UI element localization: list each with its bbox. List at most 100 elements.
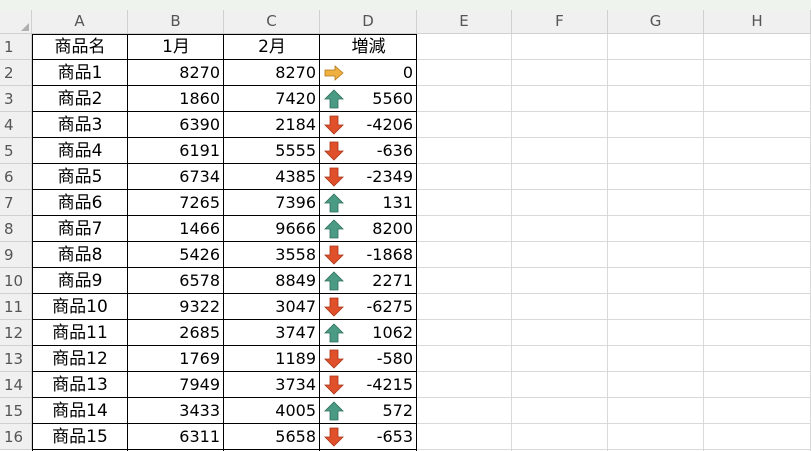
row-header-1[interactable]: 1 xyxy=(0,34,32,60)
february-value-cell[interactable]: 4005 xyxy=(224,398,320,424)
table-border xyxy=(319,34,320,451)
column-header-g[interactable]: G xyxy=(608,10,704,34)
header-cell[interactable]: 1月 xyxy=(128,34,224,60)
column-header-b[interactable]: B xyxy=(128,10,224,34)
row-header-15[interactable]: 15 xyxy=(0,398,32,424)
column-header-c[interactable]: C xyxy=(224,10,320,34)
february-value-cell[interactable]: 8849 xyxy=(224,268,320,294)
product-name-cell[interactable]: 商品9 xyxy=(32,268,128,294)
table-border xyxy=(127,34,128,451)
down-arrow-icon xyxy=(324,115,344,135)
january-value-cell[interactable]: 6578 xyxy=(128,268,224,294)
row-header-10[interactable]: 10 xyxy=(0,268,32,294)
table-border xyxy=(32,34,417,35)
table-border xyxy=(32,241,417,242)
table-border xyxy=(32,59,417,60)
formula-bar-edge xyxy=(0,0,811,10)
column-header-e[interactable]: E xyxy=(417,10,512,34)
january-value-cell[interactable]: 6191 xyxy=(128,138,224,164)
down-arrow-icon xyxy=(324,427,344,447)
january-value-cell[interactable]: 6390 xyxy=(128,112,224,138)
table-border xyxy=(32,371,417,372)
february-value-cell[interactable]: 4385 xyxy=(224,164,320,190)
product-name-cell[interactable]: 商品11 xyxy=(32,320,128,346)
row-header-14[interactable]: 14 xyxy=(0,372,32,398)
product-name-cell[interactable]: 商品2 xyxy=(32,86,128,112)
row-header-7[interactable]: 7 xyxy=(0,190,32,216)
january-value-cell[interactable]: 6311 xyxy=(128,424,224,450)
header-cell[interactable]: 商品名 xyxy=(32,34,128,60)
table-border xyxy=(32,319,417,320)
product-name-cell[interactable]: 商品7 xyxy=(32,216,128,242)
february-value-cell[interactable]: 3047 xyxy=(224,294,320,320)
down-arrow-icon xyxy=(324,167,344,187)
february-value-cell[interactable]: 9666 xyxy=(224,216,320,242)
table-border xyxy=(32,397,417,398)
product-name-cell[interactable]: 商品10 xyxy=(32,294,128,320)
header-cell[interactable]: 2月 xyxy=(224,34,320,60)
down-arrow-icon xyxy=(324,245,344,265)
column-header-f[interactable]: F xyxy=(512,10,608,34)
table-border xyxy=(32,215,417,216)
row-header-6[interactable]: 6 xyxy=(0,164,32,190)
right-arrow-icon xyxy=(324,63,344,83)
select-all-corner[interactable] xyxy=(0,10,32,34)
table-border xyxy=(223,34,224,451)
product-name-cell[interactable]: 商品8 xyxy=(32,242,128,268)
january-value-cell[interactable]: 1769 xyxy=(128,346,224,372)
row-header-9[interactable]: 9 xyxy=(0,242,32,268)
february-value-cell[interactable]: 3558 xyxy=(224,242,320,268)
january-value-cell[interactable]: 9322 xyxy=(128,294,224,320)
january-value-cell[interactable]: 2685 xyxy=(128,320,224,346)
january-value-cell[interactable]: 1466 xyxy=(128,216,224,242)
product-name-cell[interactable]: 商品1 xyxy=(32,60,128,86)
row-header-4[interactable]: 4 xyxy=(0,112,32,138)
product-name-cell[interactable]: 商品12 xyxy=(32,346,128,372)
product-name-cell[interactable]: 商品15 xyxy=(32,424,128,450)
table-border xyxy=(32,85,417,86)
february-value-cell[interactable]: 8270 xyxy=(224,60,320,86)
row-header-16[interactable]: 16 xyxy=(0,424,32,450)
product-name-cell[interactable]: 商品4 xyxy=(32,138,128,164)
product-name-cell[interactable]: 商品14 xyxy=(32,398,128,424)
row-header-13[interactable]: 13 xyxy=(0,346,32,372)
up-arrow-icon xyxy=(324,401,344,421)
product-name-cell[interactable]: 商品5 xyxy=(32,164,128,190)
header-cell[interactable]: 増減 xyxy=(320,34,417,60)
spreadsheet-grid: A B C D E F G H 1 2 3 4 5 6 7 8 9 10 11 12 13 14 15 16 商品名 1月 2月 増減… xyxy=(0,0,811,451)
up-arrow-icon xyxy=(324,89,344,109)
january-value-cell[interactable]: 3433 xyxy=(128,398,224,424)
product-name-cell[interactable]: 商品6 xyxy=(32,190,128,216)
row-header-5[interactable]: 5 xyxy=(0,138,32,164)
february-value-cell[interactable]: 3747 xyxy=(224,320,320,346)
up-arrow-icon xyxy=(324,323,344,343)
column-header-a[interactable]: A xyxy=(32,10,128,34)
table-border xyxy=(32,111,417,112)
column-header-h[interactable]: H xyxy=(704,10,811,34)
up-arrow-icon xyxy=(324,219,344,239)
row-header-8[interactable]: 8 xyxy=(0,216,32,242)
february-value-cell[interactable]: 5658 xyxy=(224,424,320,450)
february-value-cell[interactable]: 3734 xyxy=(224,372,320,398)
january-value-cell[interactable]: 7949 xyxy=(128,372,224,398)
january-value-cell[interactable]: 5426 xyxy=(128,242,224,268)
row-header-3[interactable]: 3 xyxy=(0,86,32,112)
product-name-cell[interactable]: 商品3 xyxy=(32,112,128,138)
january-value-cell[interactable]: 1860 xyxy=(128,86,224,112)
january-value-cell[interactable]: 8270 xyxy=(128,60,224,86)
february-value-cell[interactable]: 7420 xyxy=(224,86,320,112)
column-header-d[interactable]: D xyxy=(320,10,417,34)
down-arrow-icon xyxy=(324,349,344,369)
february-value-cell[interactable]: 1189 xyxy=(224,346,320,372)
january-value-cell[interactable]: 7265 xyxy=(128,190,224,216)
row-header-11[interactable]: 11 xyxy=(0,294,32,320)
row-header-2[interactable]: 2 xyxy=(0,60,32,86)
product-name-cell[interactable]: 商品13 xyxy=(32,372,128,398)
february-value-cell[interactable]: 2184 xyxy=(224,112,320,138)
table-border xyxy=(32,449,417,450)
january-value-cell[interactable]: 6734 xyxy=(128,164,224,190)
row-header-12[interactable]: 12 xyxy=(0,320,32,346)
down-arrow-icon xyxy=(324,375,344,395)
february-value-cell[interactable]: 7396 xyxy=(224,190,320,216)
february-value-cell[interactable]: 5555 xyxy=(224,138,320,164)
